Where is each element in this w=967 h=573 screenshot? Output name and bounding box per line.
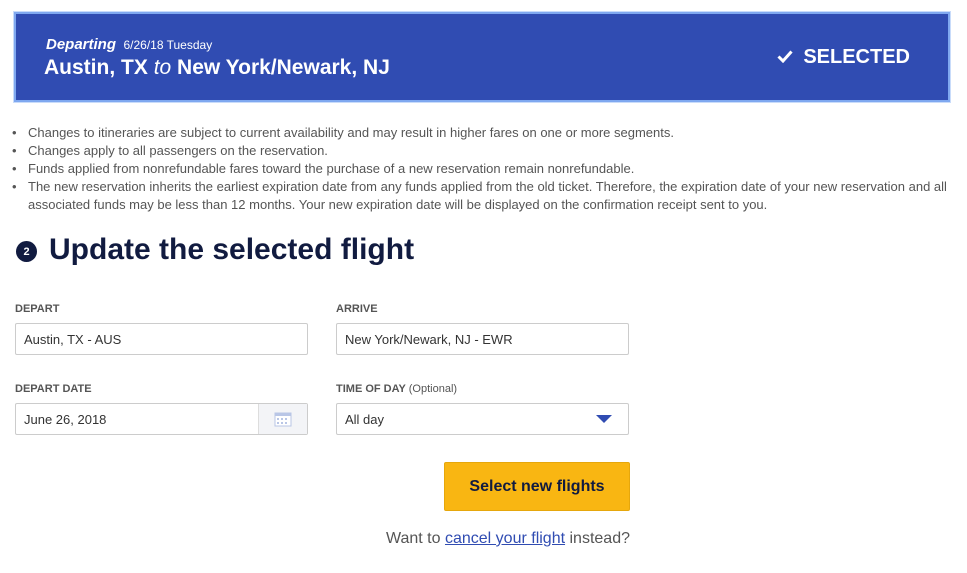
- section-title: Update the selected flight: [49, 233, 415, 266]
- check-icon: [777, 46, 793, 69]
- route-title: Austin, TX to New York/Newark, NJ: [44, 56, 390, 80]
- arrive-label: ARRIVE: [336, 303, 378, 315]
- depart-input[interactable]: Austin, TX - AUS: [15, 323, 308, 355]
- depart-label: DEPART: [15, 303, 60, 315]
- selected-status: SELECTED: [777, 46, 910, 69]
- time-of-day-select[interactable]: All day: [336, 403, 629, 435]
- departing-line: Departing 6/26/18 Tuesday: [46, 36, 212, 54]
- departing-label: Departing: [46, 36, 117, 53]
- arrive-input[interactable]: New York/Newark, NJ - EWR: [336, 323, 629, 355]
- time-of-day-value: All day: [345, 411, 385, 427]
- list-item: • The new reservation inherits the earlie…: [12, 179, 947, 212]
- time-of-day-label: TIME OF DAY (Optional): [336, 383, 458, 395]
- origin-city: Austin, TX: [44, 56, 148, 79]
- cancel-flight-prompt: Want to cancel your flight instead?: [385, 530, 630, 547]
- chevron-down-icon: [596, 415, 612, 423]
- depart-date-label: DEPART DATE: [15, 383, 92, 395]
- destination-city: New York/Newark, NJ: [177, 56, 390, 79]
- depart-date-value: June 26, 2018: [24, 411, 107, 427]
- departing-date: 6/26/18 Tuesday: [123, 38, 213, 52]
- selected-label: SELECTED: [803, 46, 910, 68]
- calendar-icon[interactable]: [258, 404, 307, 434]
- arrive-value: New York/Newark, NJ - EWR: [345, 331, 513, 347]
- step-number-badge: 2: [16, 241, 37, 262]
- depart-date-input[interactable]: June 26, 2018: [15, 403, 308, 435]
- depart-value: Austin, TX - AUS: [24, 331, 122, 347]
- list-item: • Funds applied from nonrefundable fares …: [12, 161, 635, 176]
- route-to-word: to: [153, 56, 172, 79]
- list-item: • Changes apply to all passengers on the …: [12, 143, 328, 158]
- selected-flight-banner: Departing 6/26/18 Tuesday Austin, TX to …: [14, 12, 950, 102]
- change-policy-notes: • Changes to itineraries are subject to c…: [12, 124, 952, 214]
- cancel-flight-link[interactable]: cancel your flight: [445, 530, 565, 547]
- select-new-flights-button[interactable]: Select new flights: [444, 462, 630, 511]
- optional-hint: (Optional): [408, 383, 458, 395]
- list-item: • Changes to itineraries are subject to c…: [12, 125, 674, 140]
